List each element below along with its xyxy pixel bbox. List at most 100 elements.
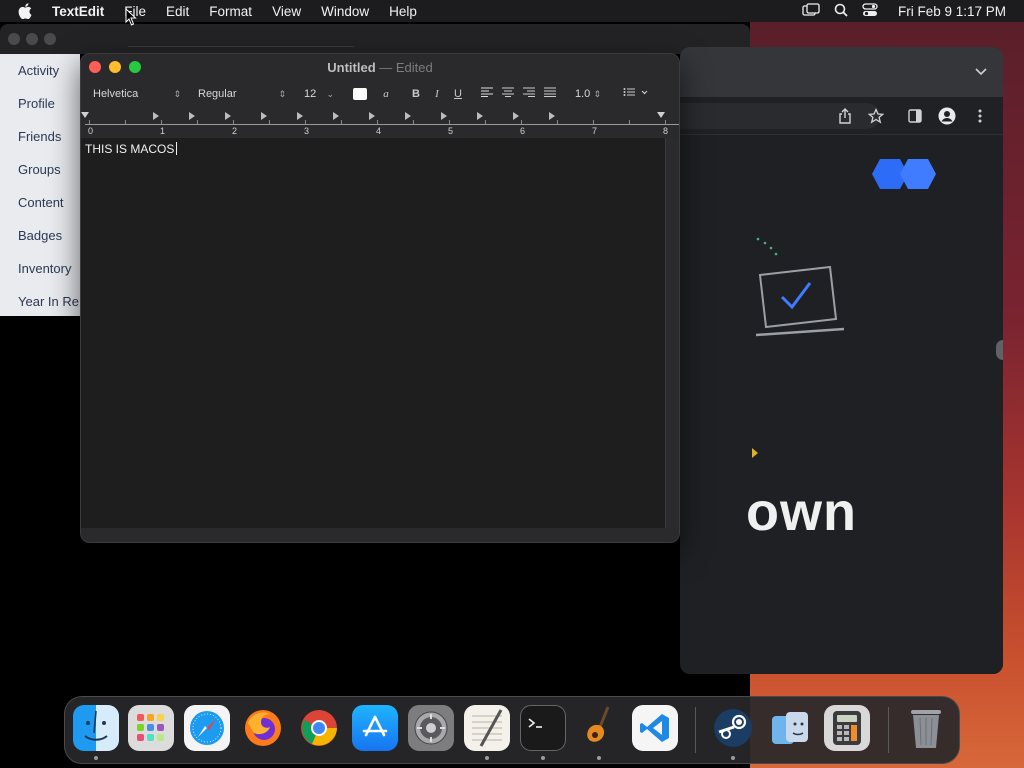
dock-safari-icon[interactable]	[184, 705, 230, 751]
carousel-next-handle[interactable]	[996, 340, 1003, 360]
sidebar-item-content[interactable]: Content	[0, 186, 80, 219]
dock-trash-icon[interactable]	[903, 705, 949, 751]
textedit-titlebar[interactable]: Untitled — Edited	[81, 54, 679, 80]
menu-help[interactable]: Help	[389, 4, 417, 19]
ruler[interactable]: 0 1 2 3 4 5 6 7 8	[81, 108, 679, 136]
tab-stop-marker-icon[interactable]	[189, 112, 195, 120]
font-style-value: Regular	[198, 88, 237, 100]
tab-stop-marker-icon[interactable]	[369, 112, 375, 120]
dock-app-store-icon[interactable]	[352, 705, 398, 751]
textedit-window: Untitled — Edited Helvetica ⇕ Regular ⇕ …	[80, 53, 680, 543]
line-spacing-popup[interactable]: 1.0 ⇕	[565, 85, 605, 103]
dock-vscode-icon[interactable]	[632, 705, 678, 751]
align-left-icon[interactable]	[480, 85, 494, 103]
dock-firefox-icon[interactable]	[240, 705, 286, 751]
decorative-accent-shape	[752, 448, 758, 458]
tab-stop-marker-icon[interactable]	[153, 112, 159, 120]
sidebar-item-badges[interactable]: Badges	[0, 219, 80, 252]
dock-launchpad-icon[interactable]	[128, 705, 174, 751]
spotlight-search-icon[interactable]	[834, 3, 848, 20]
right-indent-marker-icon[interactable]	[657, 112, 665, 118]
sidebar-item-year-in-review[interactable]: Year In Re	[0, 285, 80, 318]
tab-stop-marker-icon[interactable]	[297, 112, 303, 120]
list-bullets-icon[interactable]	[621, 85, 651, 103]
dock-textedit-icon[interactable]	[464, 705, 510, 751]
dock-garageband-running-indicator	[597, 756, 601, 760]
sidebar-item-activity[interactable]: Activity	[0, 54, 80, 87]
document-content[interactable]: THIS IS MACOS	[85, 142, 178, 156]
font-style-popup[interactable]: Regular ⇕	[188, 85, 290, 103]
dock-steam-running-indicator	[731, 756, 735, 760]
menu-window[interactable]: Window	[321, 4, 369, 19]
text-caret	[176, 142, 178, 155]
dock-separator	[695, 707, 696, 753]
menu-app-name[interactable]: TextEdit	[52, 4, 104, 19]
font-family-stepper-icon: ⇕	[173, 89, 181, 99]
tab-stop-marker-icon[interactable]	[261, 112, 267, 120]
ruler-number-6: 6	[520, 126, 526, 136]
ruler-tick	[629, 120, 630, 124]
tab-stop-marker-icon[interactable]	[441, 112, 447, 120]
line-spacing-value: 1.0	[575, 88, 591, 100]
chrome-menu-icon[interactable]	[971, 107, 989, 125]
ruler-tick	[377, 120, 378, 124]
left-indent-marker-icon[interactable]	[81, 112, 89, 118]
sidebar-item-inventory[interactable]: Inventory	[0, 252, 80, 285]
page-heading-partial: own	[746, 482, 857, 542]
font-size-combo[interactable]: 12 ⌄	[294, 85, 338, 103]
background-zoom-button[interactable]	[44, 33, 56, 45]
screen-mirroring-icon[interactable]	[802, 2, 820, 20]
menu-bar: TextEdit File Edit Format View Window He…	[0, 0, 1024, 22]
apple-menu-icon[interactable]	[18, 3, 36, 19]
document-text-area[interactable]: THIS IS MACOS	[81, 138, 665, 528]
italic-button[interactable]: I	[430, 85, 444, 103]
dock-terminal-running-indicator	[541, 756, 545, 760]
tab-stop-marker-icon[interactable]	[225, 112, 231, 120]
dock-garageband-icon[interactable]	[576, 705, 622, 751]
text-color-well[interactable]	[353, 88, 367, 100]
tab-search-chevron-icon[interactable]	[975, 63, 987, 79]
background-close-button[interactable]	[8, 33, 20, 45]
ruler-tick	[197, 120, 198, 124]
vertical-scrollbar[interactable]	[665, 138, 679, 528]
tab-stop-marker-icon[interactable]	[405, 112, 411, 120]
dock-finder-icon[interactable]	[73, 705, 119, 751]
tab-stop-marker-icon[interactable]	[477, 112, 483, 120]
underline-button[interactable]: U	[451, 85, 465, 103]
menu-format[interactable]: Format	[209, 4, 252, 19]
dock-system-preferences-icon[interactable]	[408, 705, 454, 751]
chrome-page-content	[680, 135, 1003, 674]
dock-calculator-icon[interactable]	[824, 705, 870, 751]
align-right-icon[interactable]	[522, 85, 536, 103]
tab-stop-marker-icon[interactable]	[549, 112, 555, 120]
menu-edit[interactable]: Edit	[166, 4, 189, 19]
align-justify-icon[interactable]	[543, 85, 557, 103]
dock-textedit-running-indicator	[485, 756, 489, 760]
dock-migration-assistant-icon[interactable]	[768, 705, 814, 751]
control-center-icon[interactable]	[862, 2, 878, 20]
ruler-tick	[593, 120, 594, 124]
font-family-popup[interactable]: Helvetica ⇕	[83, 85, 185, 103]
dock-chrome-icon[interactable]	[296, 705, 342, 751]
sidebar-item-groups[interactable]: Groups	[0, 153, 80, 186]
tab-stop-marker-icon[interactable]	[513, 112, 519, 120]
sidebar-item-friends[interactable]: Friends	[0, 120, 80, 153]
background-color-icon[interactable]: a	[379, 85, 393, 103]
tab-stop-marker-icon[interactable]	[333, 112, 339, 120]
document-title: Untitled	[327, 59, 376, 75]
align-center-icon[interactable]	[501, 85, 515, 103]
dock-finder-running-indicator	[94, 756, 98, 760]
bookmark-star-icon[interactable]	[867, 107, 885, 125]
menu-bar-clock[interactable]: Fri Feb 9 1:17 PM	[898, 4, 1006, 19]
background-minimize-button[interactable]	[26, 33, 38, 45]
bold-button[interactable]: B	[409, 85, 423, 103]
dock-steam-icon[interactable]	[710, 705, 756, 751]
share-icon[interactable]	[836, 107, 854, 125]
menu-view[interactable]: View	[272, 4, 301, 19]
ruler-baseline	[85, 124, 679, 125]
ruler-tick	[557, 120, 558, 124]
sidebar-item-profile[interactable]: Profile	[0, 87, 80, 120]
side-panel-icon[interactable]	[906, 107, 924, 125]
dock-terminal-icon[interactable]	[520, 705, 566, 751]
profile-avatar-icon[interactable]	[938, 107, 956, 125]
